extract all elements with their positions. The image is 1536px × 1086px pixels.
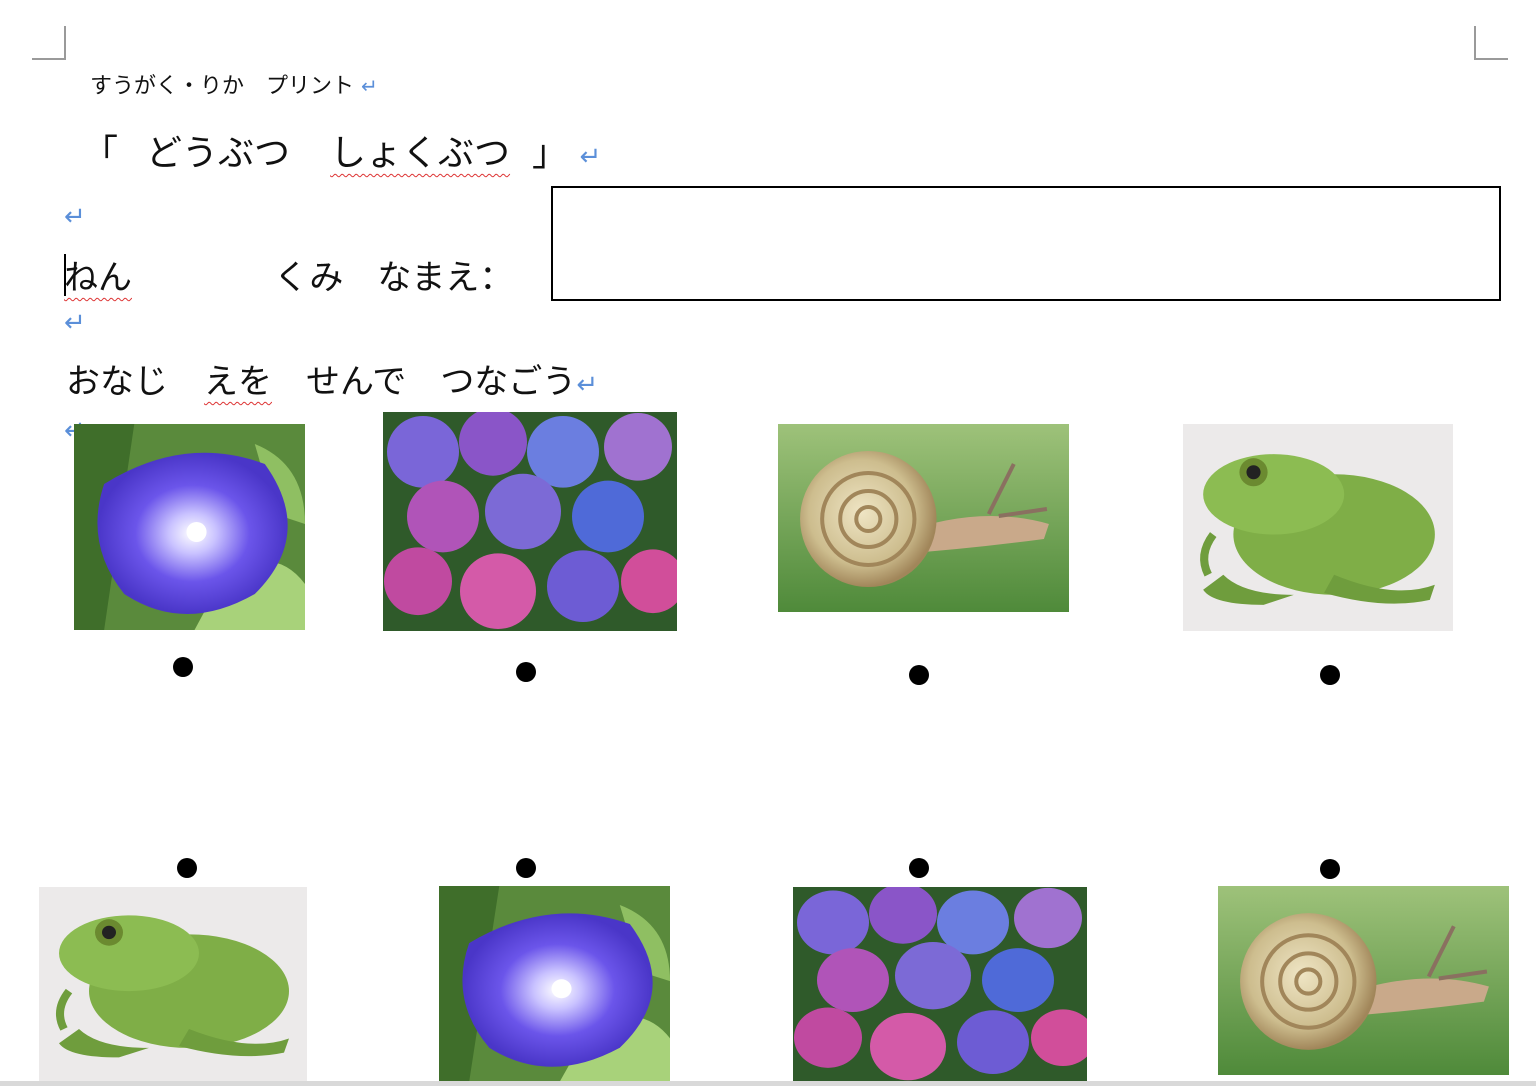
- hydrangea-icon: [793, 887, 1087, 1082]
- page-corner-mark-top-left: [32, 26, 66, 60]
- snail-picture-bottom[interactable]: [1218, 886, 1509, 1075]
- connect-dot-top-1[interactable]: [173, 657, 193, 677]
- snail-picture-top[interactable]: [778, 424, 1069, 612]
- connect-dot-top-3[interactable]: [909, 665, 929, 685]
- connect-dot-bottom-3[interactable]: [909, 858, 929, 878]
- connect-dot-top-2[interactable]: [516, 662, 536, 682]
- morning-glory-picture-bottom[interactable]: [439, 886, 670, 1082]
- worksheet-title: 「どうぶつ しょくぶつ」 ↵: [82, 133, 602, 174]
- snail-icon: [778, 424, 1069, 612]
- paragraph-mark: ↵: [361, 74, 378, 98]
- name-label: なまえ：: [377, 258, 514, 298]
- name-input-box[interactable]: [551, 186, 1501, 301]
- name-line: ねん くみ なまえ：: [64, 250, 513, 299]
- class-label: くみ: [274, 258, 344, 298]
- page-corner-mark-top-right: [1474, 26, 1508, 60]
- morning-glory-icon: [439, 886, 670, 1082]
- connect-dot-bottom-1[interactable]: [177, 858, 197, 878]
- connect-dot-bottom-4[interactable]: [1320, 859, 1340, 879]
- hydrangea-picture-top[interactable]: [383, 412, 677, 631]
- paragraph-mark: ↵: [64, 308, 86, 338]
- spellcheck-word: しょくぶつ: [330, 133, 511, 174]
- instruction-text: おなじ えを せんで つなごう↵: [66, 362, 599, 402]
- paragraph-mark: ↵: [576, 370, 599, 400]
- frog-icon: [1183, 424, 1453, 631]
- spellcheck-word: えを: [204, 362, 272, 402]
- connect-dot-top-4[interactable]: [1320, 665, 1340, 685]
- hydrangea-icon: [383, 412, 677, 631]
- morning-glory-icon: [74, 424, 305, 630]
- frog-picture-top[interactable]: [1183, 424, 1453, 631]
- frog-icon: [39, 887, 307, 1082]
- frog-picture-bottom[interactable]: [39, 887, 307, 1082]
- grade-label: ねん: [64, 258, 132, 298]
- hydrangea-picture-bottom[interactable]: [793, 887, 1087, 1082]
- paragraph-mark: ↵: [579, 142, 602, 172]
- morning-glory-picture-top[interactable]: [74, 424, 305, 630]
- page-bottom-edge: [0, 1081, 1536, 1086]
- text-cursor: [64, 254, 66, 296]
- paragraph-mark: ↵: [64, 202, 86, 232]
- worksheet-subtitle: すうがく・りか プリント ↵: [90, 74, 378, 99]
- snail-icon: [1218, 886, 1509, 1075]
- connect-dot-bottom-2[interactable]: [516, 858, 536, 878]
